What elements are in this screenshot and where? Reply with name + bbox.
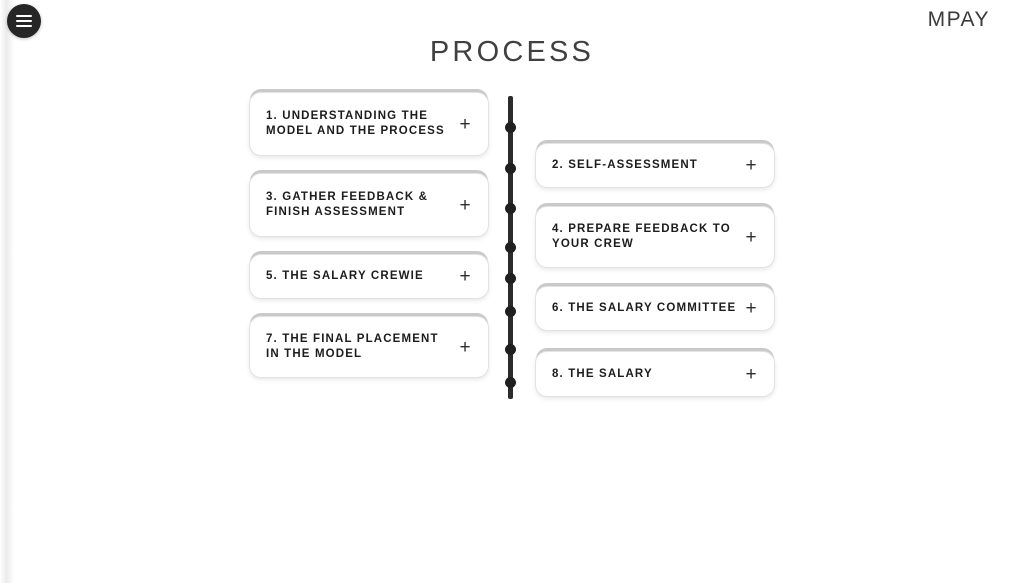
expand-plus-icon-6[interactable]: + bbox=[742, 299, 760, 318]
process-step-label-5: 5. THE SALARY CREWIE bbox=[266, 270, 424, 282]
timeline-dot-5 bbox=[505, 273, 516, 284]
timeline-dot-3 bbox=[505, 203, 516, 214]
process-timeline-diagram: 1. UNDERSTANDING THE MODEL AND THE PROCE… bbox=[0, 0, 1024, 583]
expand-plus-icon-2[interactable]: + bbox=[742, 156, 760, 175]
timeline-dot-8 bbox=[505, 377, 516, 388]
expand-plus-icon-8[interactable]: + bbox=[742, 365, 760, 384]
timeline-dot-6 bbox=[505, 306, 516, 317]
process-step-label-3: 3. GATHER FEEDBACK & FINISH ASSESSMENT bbox=[266, 191, 429, 218]
timeline-dot-7 bbox=[505, 344, 516, 355]
expand-plus-icon-3[interactable]: + bbox=[456, 196, 474, 215]
process-step-label-1: 1. UNDERSTANDING THE MODEL AND THE PROCE… bbox=[266, 110, 445, 137]
process-step-card-2[interactable]: 2. SELF-ASSESSMENT + bbox=[535, 143, 775, 188]
process-step-card-8[interactable]: 8. THE SALARY + bbox=[535, 351, 775, 397]
timeline-dot-1 bbox=[505, 122, 516, 133]
expand-plus-icon-4[interactable]: + bbox=[742, 228, 760, 247]
expand-plus-icon-5[interactable]: + bbox=[456, 267, 474, 286]
process-step-label-6: 6. THE SALARY COMMITTEE bbox=[552, 302, 737, 314]
process-step-card-5[interactable]: 5. THE SALARY CREWIE + bbox=[249, 254, 489, 299]
process-step-label-4: 4. PREPARE FEEDBACK TO YOUR CREW bbox=[552, 223, 731, 250]
expand-plus-icon-1[interactable]: + bbox=[456, 115, 474, 134]
expand-plus-icon-7[interactable]: + bbox=[456, 338, 474, 357]
process-step-card-4[interactable]: 4. PREPARE FEEDBACK TO YOUR CREW + bbox=[535, 206, 775, 268]
process-step-card-7[interactable]: 7. THE FINAL PLACEMENT IN THE MODEL + bbox=[249, 316, 489, 378]
process-step-label-2: 2. SELF-ASSESSMENT bbox=[552, 159, 698, 171]
process-step-label-7: 7. THE FINAL PLACEMENT IN THE MODEL bbox=[266, 333, 439, 360]
process-step-card-1[interactable]: 1. UNDERSTANDING THE MODEL AND THE PROCE… bbox=[249, 92, 489, 156]
process-step-card-3[interactable]: 3. GATHER FEEDBACK & FINISH ASSESSMENT + bbox=[249, 173, 489, 237]
timeline-dot-2 bbox=[505, 163, 516, 174]
timeline-dot-4 bbox=[505, 242, 516, 253]
process-step-label-8: 8. THE SALARY bbox=[552, 367, 653, 380]
process-step-card-6[interactable]: 6. THE SALARY COMMITTEE + bbox=[535, 286, 775, 331]
